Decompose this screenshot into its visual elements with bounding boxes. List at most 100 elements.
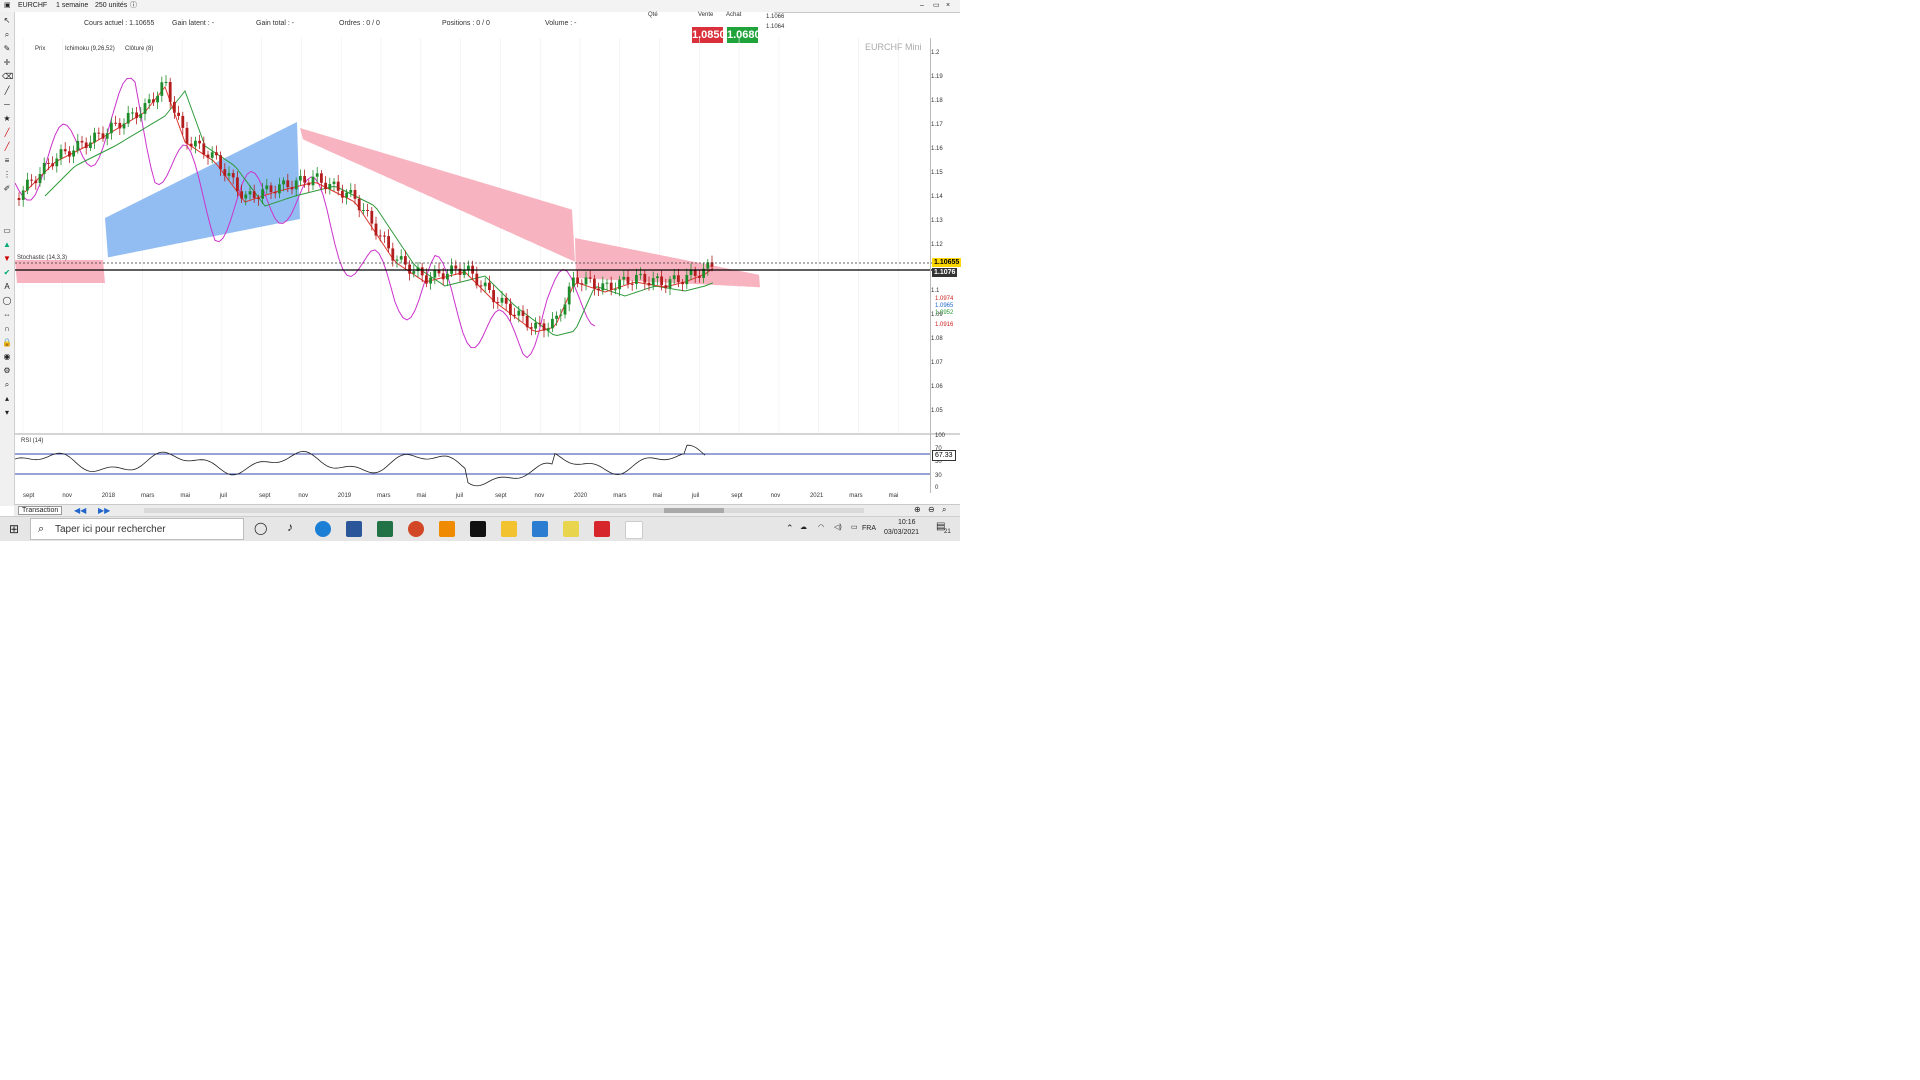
windows-start-icon[interactable]: ⊞ [9,522,19,536]
cortana-icon[interactable]: ♪ [287,520,293,534]
cursor-icon[interactable]: ↖ [2,16,12,25]
candle-body [189,143,193,147]
timeframe-select[interactable]: 1 semaine [56,1,88,10]
candle-body [164,81,168,83]
language-indicator[interactable]: FRA [862,525,876,532]
candle-body [55,158,59,167]
time-tick: juil [219,493,228,499]
candle-body [80,140,84,143]
price-tick: 1.19 [931,74,943,80]
candle-body [483,282,487,287]
vlc-icon[interactable] [439,521,455,537]
price-axis[interactable]: 1.2 1.19 1.18 1.17 1.16 1.15 1.14 1.13 1… [930,38,962,433]
candle-body [299,176,302,181]
lock-icon[interactable]: 🔒 [2,338,12,347]
fit-icon[interactable]: ⌕ [942,505,946,515]
candle-body [198,140,201,144]
volume-icon[interactable]: ◁) [834,523,842,531]
candle-body [51,163,54,167]
price-tick: 1.18 [931,98,943,104]
zoom-out-icon[interactable]: ⊖ [928,505,935,514]
check-icon[interactable]: ✔ [2,268,12,277]
sticky-notes-icon[interactable] [563,521,579,537]
magnet-icon[interactable]: ∩ [2,324,12,333]
candle-body [282,180,285,185]
search-placeholder: Taper ici pour rechercher [55,524,166,535]
trading-app-icon[interactable] [625,521,643,539]
file-explorer-icon[interactable] [501,521,517,537]
transaction-tab[interactable]: Transaction [18,506,63,515]
text-icon[interactable]: A [2,282,12,291]
word-icon[interactable] [346,521,362,537]
scrollbar-thumb[interactable] [664,508,724,513]
ray-icon[interactable]: ╱ [2,142,12,151]
candle-body [681,282,684,285]
battery-icon[interactable]: ▭ [851,523,858,531]
zoom-in-icon[interactable]: ⊕ [914,505,921,514]
netflix-icon[interactable] [470,521,486,537]
restore-icon[interactable]: ▭ [933,1,940,10]
arrow-down-icon[interactable]: ▼ [2,254,12,263]
rsi-panel[interactable]: RSI (14) [15,433,960,493]
price-tick: 1.07 [931,360,943,366]
close-icon[interactable]: × [946,1,950,10]
price-chart[interactable]: EURCHF Mini Prix Ichimoku (9,26,52) Clôt… [15,38,960,433]
wifi-icon[interactable]: ◠ [818,523,824,531]
chart-icon[interactable]: ▣ [4,1,11,10]
candle-body [244,194,248,199]
symbol-select[interactable]: EURCHF [18,1,47,10]
line-icon[interactable]: ╱ [2,86,12,95]
magnifier-icon[interactable]: ⌕ [2,380,12,389]
candle-body [223,169,227,176]
time-axis[interactable]: sept nov 2018 mars mai juil sept nov 2019 mars mai… [15,493,930,504]
acrobat-icon[interactable] [594,521,610,537]
zoom-icon[interactable]: ⌕ [2,30,12,39]
eye-icon[interactable]: ◉ [2,352,12,361]
fibonacci-icon[interactable]: ⋮ [2,170,12,179]
candle-body [177,112,180,116]
trend-line-icon[interactable]: ╱ [2,128,12,137]
measure-icon[interactable]: ⇔ [2,310,12,319]
channel-icon[interactable]: ≡ [2,156,12,165]
candle-body [261,189,264,199]
candle-body [345,192,348,198]
crosshair-icon[interactable]: ✛ [2,58,12,67]
clock-time[interactable]: 10:16 [898,519,916,526]
candle-body [227,173,231,176]
mail-icon[interactable] [532,521,548,537]
candle-body [622,276,626,280]
overlay-tag: 1.0965 [935,303,954,309]
time-tick: sept [731,493,743,499]
powerpoint-icon[interactable] [408,521,424,537]
brush-icon[interactable]: ✐ [2,184,12,193]
taskbar-search-box[interactable]: ⌕ Taper ici pour rechercher [30,518,244,540]
chart-scrollbar[interactable] [144,508,864,513]
candle-body [76,140,80,151]
clock-date[interactable]: 03/03/2021 [884,529,919,536]
scroll-down-icon[interactable]: ▾ [2,408,12,417]
pencil-icon[interactable]: ✎ [2,44,12,53]
edge-icon[interactable] [315,521,331,537]
candle-body [425,275,428,284]
settings-icon[interactable]: ⚙ [2,366,12,375]
nav-right-icon[interactable]: ▶▶ [98,506,110,515]
horizontal-line-icon[interactable]: ─ [2,100,12,109]
scroll-up-icon[interactable]: ▴ [2,394,12,403]
candle-body [521,310,525,316]
minimize-icon[interactable]: – [920,1,924,10]
network-icon[interactable]: ☁ [800,523,807,531]
star-icon[interactable]: ★ [2,114,12,123]
rectangle-icon[interactable]: ▭ [2,226,12,235]
task-view-icon[interactable]: ◯ [254,521,267,535]
candle-body [530,327,533,329]
ellipse-icon[interactable]: ◯ [2,296,12,305]
period-select[interactable]: 250 unités [95,1,127,10]
arrow-up-icon[interactable]: ▲ [2,240,12,249]
trash-icon[interactable]: ⌫ [2,72,13,81]
excel-icon[interactable] [377,521,393,537]
tray-chevron-icon[interactable]: ⌃ [786,523,794,534]
nav-left-icon[interactable]: ◀◀ [74,506,86,515]
total-gain-label: Gain total : - [256,20,295,27]
legend-price: Prix [35,46,45,52]
info-icon[interactable]: ⓘ [130,1,137,10]
